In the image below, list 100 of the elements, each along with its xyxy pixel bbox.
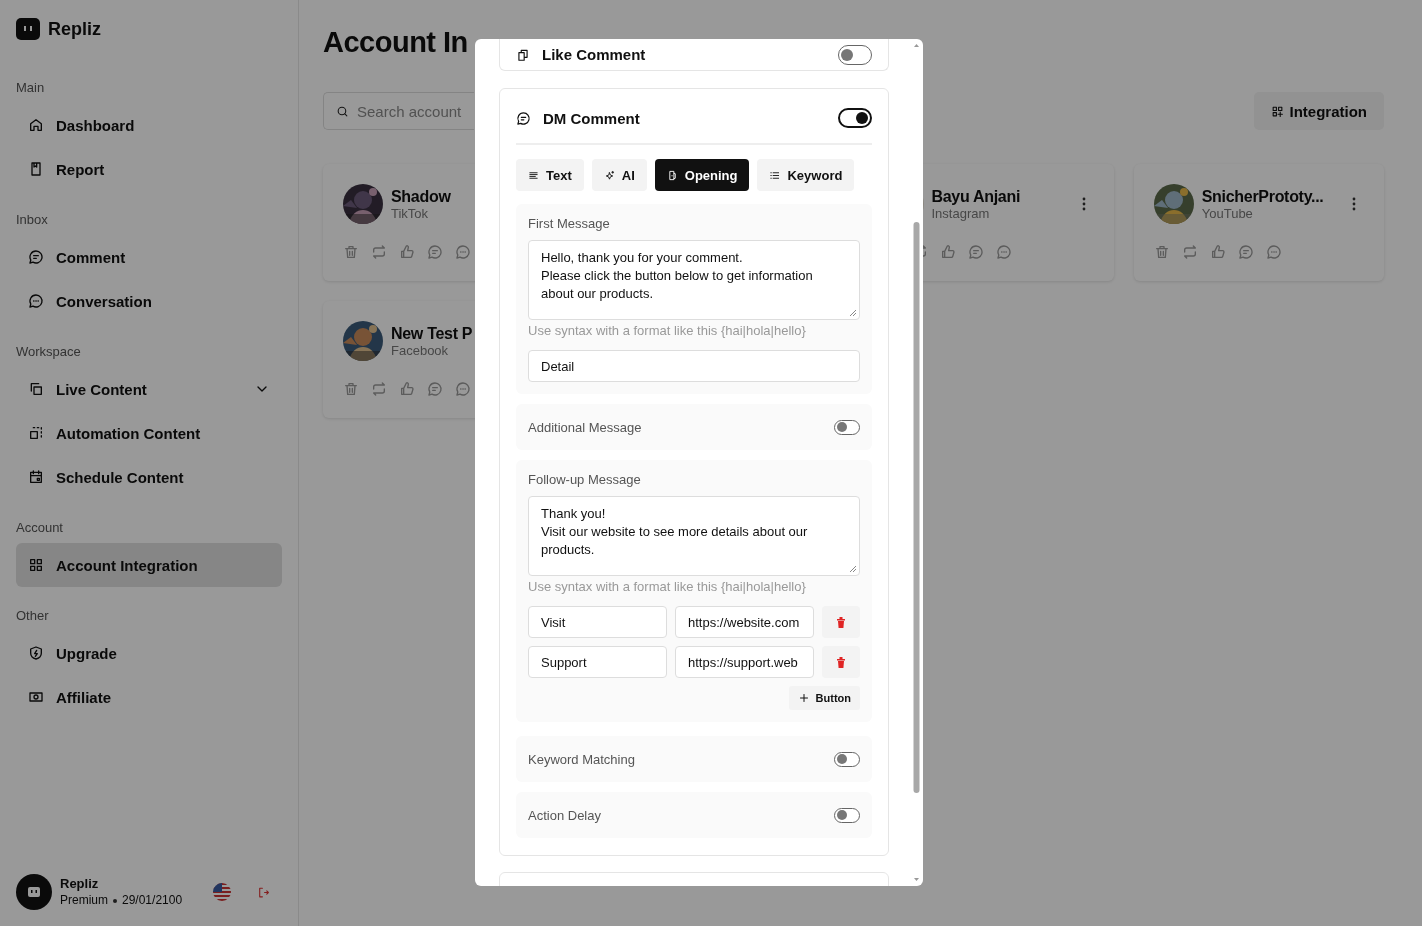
syntax-hint: Use syntax with a format like this {hai|hola|hello} bbox=[528, 323, 807, 338]
platform-label: Instagram bbox=[931, 205, 990, 221]
text-lines-icon bbox=[528, 169, 539, 181]
tab[interactable]: Text bbox=[516, 159, 584, 191]
sidebar-item[interactable]: Affiliate bbox=[16, 675, 282, 719]
chat-icon bbox=[1265, 244, 1282, 260]
flag-icon[interactable] bbox=[213, 883, 231, 901]
section-label: Account bbox=[16, 519, 64, 537]
delete-button[interactable] bbox=[822, 646, 860, 678]
logo-icon bbox=[16, 18, 40, 40]
avatar-icon bbox=[16, 874, 52, 910]
field-label: First Message bbox=[528, 216, 611, 231]
trash-icon bbox=[836, 656, 846, 668]
section-label: Inbox bbox=[16, 211, 49, 229]
calendar-icon bbox=[28, 469, 44, 485]
dot-separator-icon bbox=[113, 898, 117, 903]
input-field[interactable]: Support bbox=[528, 646, 667, 678]
list-icon bbox=[769, 169, 781, 181]
resize-grip-icon[interactable] bbox=[849, 309, 857, 317]
comment-icon bbox=[427, 381, 443, 397]
thumbs-up-icon bbox=[399, 244, 415, 260]
sidebar-item[interactable]: Report bbox=[16, 147, 282, 191]
sidebar-item[interactable]: Schedule Content bbox=[16, 455, 282, 499]
logout-icon[interactable] bbox=[257, 885, 270, 899]
section-label: Main bbox=[16, 79, 46, 97]
plan-label: Premium bbox=[60, 893, 108, 907]
section-label: Workspace bbox=[16, 343, 82, 361]
add-button[interactable]: Button bbox=[788, 686, 860, 710]
comment-icon bbox=[1237, 244, 1254, 260]
account-name: Shadow bbox=[391, 187, 451, 206]
toggle-switch[interactable] bbox=[834, 419, 860, 435]
page-title: Account In bbox=[323, 25, 468, 60]
setting-label: Keyword Matching bbox=[528, 751, 635, 767]
input-field[interactable]: https://support.web bbox=[675, 646, 814, 678]
section-label: Other bbox=[16, 607, 50, 625]
thumbs-up-icon bbox=[939, 244, 956, 260]
trash-icon bbox=[836, 616, 846, 628]
comment-icon bbox=[967, 244, 984, 260]
cash-icon bbox=[28, 689, 44, 705]
toggle-switch[interactable] bbox=[834, 807, 860, 823]
chat-icon bbox=[455, 381, 471, 397]
setting-label: Action Delay bbox=[528, 807, 601, 823]
tab[interactable]: Opening bbox=[654, 159, 750, 191]
setting-label: Additional Message bbox=[528, 419, 642, 435]
integration-button[interactable]: Integration bbox=[1253, 92, 1384, 130]
sidebar-item[interactable]: Automation Content bbox=[16, 411, 282, 455]
brand-name: Repliz bbox=[48, 18, 101, 40]
trash-icon bbox=[343, 244, 359, 260]
sidebar-item[interactable]: Upgrade bbox=[16, 631, 282, 675]
chat-icon bbox=[28, 293, 44, 309]
account-name: New Test P bbox=[391, 324, 473, 343]
grid-plus-icon bbox=[1270, 104, 1284, 118]
sidebar-item[interactable]: Conversation bbox=[16, 279, 282, 323]
chat-icon bbox=[455, 244, 471, 260]
copy-icon bbox=[28, 381, 44, 397]
thumbs-up-icon bbox=[399, 381, 415, 397]
more-icon[interactable] bbox=[1352, 197, 1356, 211]
grid-icon bbox=[28, 557, 44, 573]
sparkle-icon bbox=[603, 169, 615, 181]
trash-icon bbox=[1153, 244, 1170, 260]
comment-icon bbox=[516, 110, 531, 126]
platform-label: Facebook bbox=[391, 342, 449, 358]
bookmark-icon bbox=[28, 161, 44, 177]
toggle-switch[interactable] bbox=[838, 44, 872, 65]
input-field[interactable]: Visit bbox=[528, 606, 667, 638]
expiry-date: 29/01/2100 bbox=[122, 893, 183, 907]
shield-icon bbox=[28, 645, 44, 661]
chat-icon bbox=[995, 244, 1012, 260]
toggle-switch[interactable] bbox=[838, 108, 872, 128]
sidebar-item[interactable]: Comment bbox=[16, 235, 282, 279]
delete-button[interactable] bbox=[822, 606, 860, 638]
toggle-switch[interactable] bbox=[834, 751, 860, 767]
platform-label: YouTube bbox=[1201, 205, 1253, 221]
field-label: Follow-up Message bbox=[528, 472, 642, 487]
setting-title: Like Comment bbox=[542, 46, 647, 63]
tab[interactable]: Keyword bbox=[757, 159, 855, 191]
tab[interactable]: AI bbox=[591, 159, 647, 191]
input-field[interactable]: https://website.com bbox=[675, 606, 814, 638]
account-name: SnicherPrototy... bbox=[1201, 187, 1324, 206]
account-name: Bayu Anjani bbox=[931, 187, 1021, 206]
input-field[interactable]: Detail bbox=[528, 350, 860, 382]
comment-icon bbox=[427, 244, 443, 260]
message-field[interactable]: Hello, thank you for your comment. Please click the button below to get information about our products. bbox=[528, 240, 860, 320]
home-icon bbox=[28, 117, 44, 133]
syntax-hint: Use syntax with a format like this {hai|hola|hello} bbox=[528, 579, 807, 594]
more-icon[interactable] bbox=[1081, 197, 1086, 211]
user-name: Repliz bbox=[60, 876, 100, 892]
message-field[interactable]: Thank you! Visit our website to see more details about our products. bbox=[528, 496, 860, 576]
sidebar-item[interactable]: Live Content bbox=[16, 367, 282, 411]
sidebar-item[interactable]: Account Integration bbox=[16, 543, 282, 587]
repeat-icon bbox=[371, 244, 387, 260]
repeat-icon bbox=[1181, 244, 1198, 260]
resize-grip-icon[interactable] bbox=[849, 565, 857, 573]
search-icon bbox=[336, 104, 349, 118]
repeat-icon bbox=[371, 381, 387, 397]
platform-label: TikTok bbox=[391, 205, 429, 221]
sidebar-item[interactable]: Dashboard bbox=[16, 103, 282, 147]
comment-icon bbox=[28, 249, 44, 265]
thumbs-up-icon bbox=[1209, 244, 1226, 260]
setting-title: DM Comment bbox=[543, 109, 641, 127]
